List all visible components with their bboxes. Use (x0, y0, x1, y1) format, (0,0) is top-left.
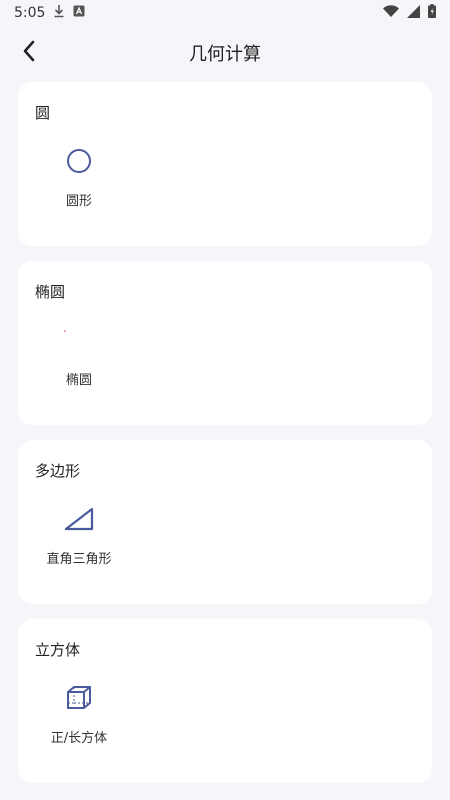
a-icon (73, 5, 85, 21)
item-label: 椭圆 (65, 373, 92, 388)
section-card-ellipse: 椭圆 椭圆 (18, 261, 432, 425)
status-time: 5:05 (14, 5, 46, 21)
item-label: 正/长方体 (50, 731, 108, 746)
right-triangle-item[interactable]: 直角三角形 (24, 502, 134, 567)
cuboid-item[interactable]: 正/长方体 (24, 681, 134, 746)
item-label: 圆形 (65, 194, 92, 209)
section-list: 圆 圆形 椭圆 椭圆 多边形 直角三角形 立方体 正/长方体 (18, 82, 432, 798)
circle-icon (62, 144, 96, 178)
signal-icon (407, 4, 420, 22)
section-title: 多边形 (35, 462, 81, 480)
section-card-polygon: 多边形 直角三角形 (18, 440, 432, 604)
item-label: 直角三角形 (46, 552, 112, 567)
page-title: 几何计算 (189, 44, 261, 65)
section-title: 椭圆 (35, 283, 66, 301)
section-card-cuboid: 立方体 正/长方体 (18, 619, 432, 783)
section-title: 圆 (35, 104, 51, 122)
nav-bar: 几何计算 (0, 26, 450, 80)
status-bar: 5:05 (0, 0, 450, 26)
section-title: 立方体 (35, 641, 81, 659)
ellipse-item[interactable]: 椭圆 (24, 323, 134, 388)
download-icon (53, 4, 65, 22)
battery-icon (428, 4, 436, 22)
ellipse-icon (62, 323, 96, 357)
section-card-circle: 圆 圆形 (18, 82, 432, 246)
circle-item[interactable]: 圆形 (24, 144, 134, 209)
cuboid-icon (62, 681, 96, 715)
right-triangle-icon (62, 502, 96, 536)
wifi-icon (383, 5, 399, 21)
